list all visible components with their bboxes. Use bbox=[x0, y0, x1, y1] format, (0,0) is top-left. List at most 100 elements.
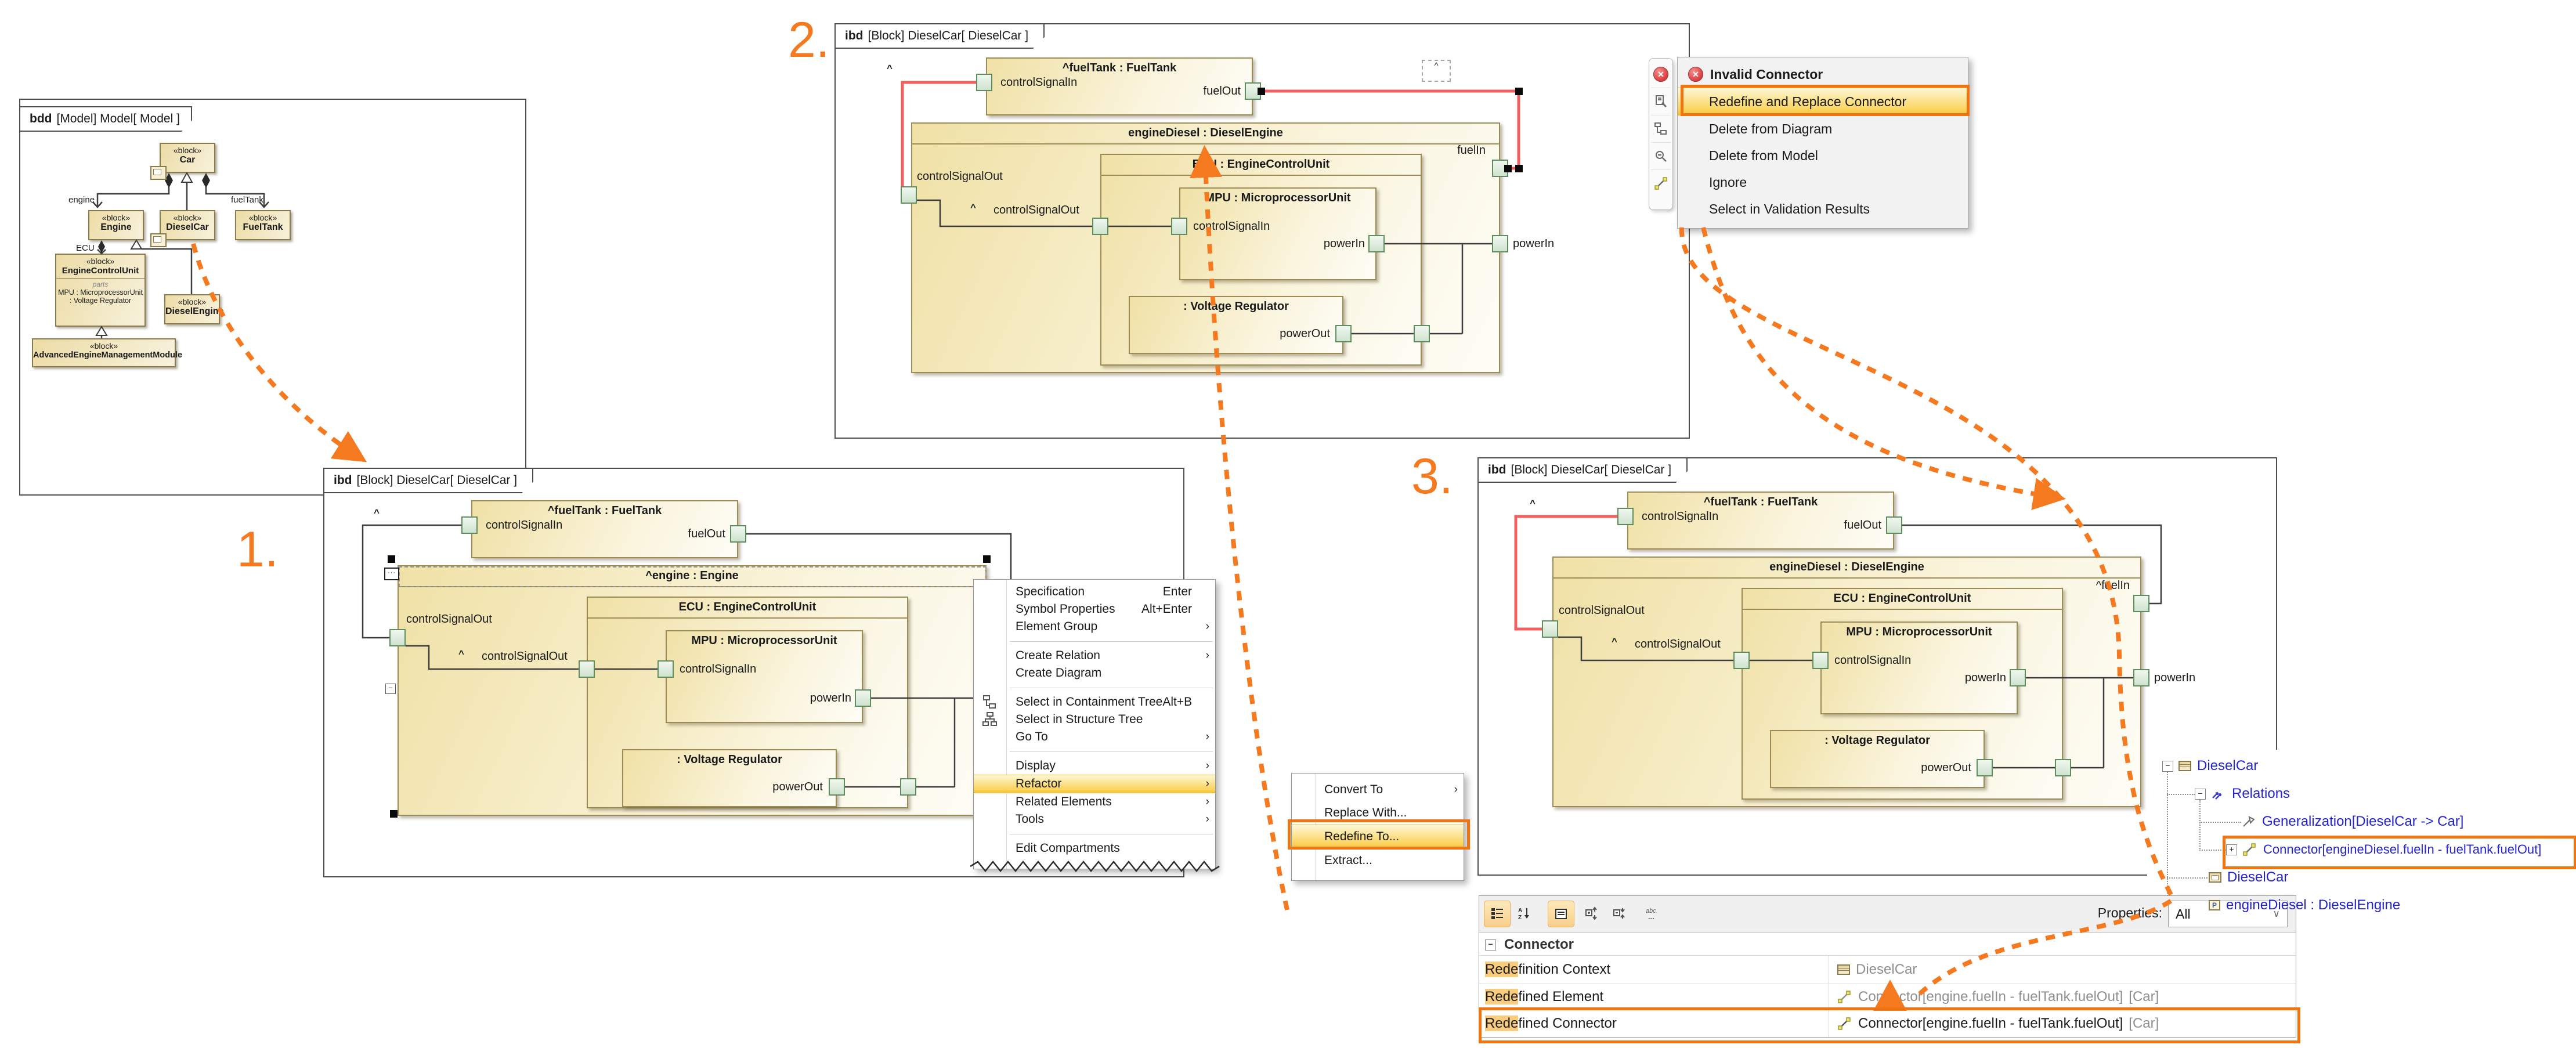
value-suffix: [Car] bbox=[2129, 1016, 2159, 1032]
property-row-redefinition-context[interactable]: Redefinition Context DieselCar bbox=[1479, 955, 2296, 984]
property-value[interactable]: Connector[engine.fuelIn - fuelTank.fuelO… bbox=[1829, 1010, 2296, 1037]
menu-item-symbol-properties[interactable]: Symbol Properties Alt+Enter bbox=[974, 601, 1215, 618]
ibd1-engine-collapse-icon[interactable]: − bbox=[385, 684, 396, 694]
ibd2-port-mpu-controlsignalin[interactable] bbox=[1171, 218, 1187, 235]
ibd3-port-ecu-relay-right[interactable] bbox=[2055, 759, 2071, 776]
expand-all-button[interactable] bbox=[1579, 901, 1605, 926]
ibd2-port-mpu-powerin[interactable] bbox=[1368, 235, 1385, 252]
connector-tool-icon[interactable] bbox=[1651, 170, 1671, 197]
menu-item-create-diagram[interactable]: Create Diagram bbox=[974, 664, 1215, 682]
ibd3-port-ecu-relay-left[interactable] bbox=[1733, 652, 1750, 669]
ibd1-selection-handle[interactable] bbox=[983, 555, 991, 563]
ibd2-connector-endpoint[interactable] bbox=[1504, 165, 1512, 172]
property-value[interactable]: Connector[engine.fuelIn - fuelTank.fuelO… bbox=[1829, 984, 2296, 1009]
ibd1-connector-fuel[interactable] bbox=[746, 534, 1011, 615]
tree-item-dieselcar[interactable]: − DieselCar bbox=[2162, 754, 2258, 778]
tree-item-relations[interactable]: − Relations bbox=[2195, 782, 2290, 805]
popup-item-redefine-and-replace[interactable]: Redefine and Replace Connector bbox=[1678, 88, 1968, 115]
context-menu-torn-edge bbox=[970, 859, 1220, 873]
submenu-arrow-icon: › bbox=[1206, 760, 1209, 772]
ibd3-port-mpu-controlsignalin[interactable] bbox=[1812, 652, 1829, 669]
error-icon[interactable] bbox=[1651, 61, 1671, 88]
menu-item-element-group[interactable]: Element Group › bbox=[974, 618, 1215, 635]
menu-item-select-in-containment-tree[interactable]: Select in Containment Tree Alt+B bbox=[974, 693, 1215, 711]
menu-item-display[interactable]: Display › bbox=[974, 757, 1215, 775]
svg-text:Z: Z bbox=[1518, 915, 1522, 920]
ibd1-port-ecu-relay-left[interactable] bbox=[579, 660, 595, 678]
property-row-redefined-connector[interactable]: Redefined Connector Connector[engine.fue… bbox=[1479, 1009, 2296, 1037]
ibd1-port-controlsignalout[interactable] bbox=[389, 629, 406, 646]
tree-collapse-icon[interactable]: − bbox=[2162, 761, 2173, 772]
ibd3-port-controlsignalout[interactable] bbox=[1542, 620, 1558, 638]
ibd1-connector-power[interactable] bbox=[845, 698, 978, 787]
ibd2-port-enginediesel-powerin[interactable] bbox=[1492, 235, 1508, 252]
ibd3-connector-power[interactable] bbox=[1993, 678, 2133, 768]
association-car-engine[interactable] bbox=[97, 187, 169, 207]
tree-collapse-icon[interactable]: − bbox=[2195, 789, 2206, 800]
specification-icon[interactable] bbox=[1651, 88, 1671, 115]
ibd1-port-mpu-powerin[interactable] bbox=[855, 689, 871, 707]
ibd2-connector-power[interactable] bbox=[1352, 244, 1492, 334]
menu-item-select-in-structure-tree[interactable]: Select in Structure Tree bbox=[974, 711, 1215, 728]
ibd2-port-controlsignalin[interactable] bbox=[976, 74, 992, 91]
ibd1-port-mpu-controlsignalin[interactable] bbox=[657, 660, 674, 678]
submenu-item-extract[interactable]: Extract... bbox=[1292, 849, 1464, 872]
ibd3-port-vr-powerout[interactable] bbox=[1977, 759, 1993, 776]
tree-item-enginediesel[interactable]: P engineDiesel : DieselEngine bbox=[2209, 894, 2400, 917]
dieselcar-diagram-overview-icon[interactable] bbox=[150, 233, 167, 247]
ibd2-port-ecu-relay-left[interactable] bbox=[1092, 218, 1108, 235]
ibd3-port-enginediesel-powerin[interactable] bbox=[2133, 669, 2149, 686]
ibd2-port-vr-powerout[interactable] bbox=[1335, 325, 1352, 342]
ibd1-selection-handle[interactable] bbox=[388, 555, 395, 563]
tree-expand-icon[interactable]: + bbox=[2226, 844, 2237, 855]
generalization-dieselengine-engine[interactable] bbox=[142, 249, 192, 294]
menu-item-create-relation[interactable]: Create Relation › bbox=[974, 647, 1215, 664]
popup-item-delete-from-model[interactable]: Delete from Model bbox=[1678, 142, 1968, 169]
ibd3-label-mpu-controlsignalin: controlSignalIn bbox=[1834, 654, 1911, 667]
ibd2-port-ecu-relay-right[interactable] bbox=[1414, 325, 1430, 342]
menu-item-related-elements[interactable]: Related Elements › bbox=[974, 793, 1215, 811]
ibd3-port-fuelin[interactable] bbox=[2133, 595, 2149, 612]
popup-item-select-in-validation-results[interactable]: Select in Validation Results bbox=[1678, 196, 1968, 222]
property-row-redefined-element[interactable]: Redefined Element Connector[engine.fuelI… bbox=[1479, 984, 2296, 1009]
menu-item-edit-compartments[interactable]: Edit Compartments bbox=[974, 840, 1215, 857]
submenu-item-replace-with[interactable]: Replace With... bbox=[1292, 801, 1464, 825]
select-in-tree-icon[interactable] bbox=[1651, 115, 1671, 143]
ibd1-port-fuelout[interactable] bbox=[730, 525, 746, 543]
car-diagram-overview-icon[interactable] bbox=[150, 166, 167, 180]
ibd1-selection-handle[interactable] bbox=[390, 810, 398, 818]
ibd1-port-ecu-relay-right[interactable] bbox=[900, 778, 916, 796]
ibd3-label-mpu-powerin: powerIn bbox=[1913, 671, 2006, 685]
sort-alphabetically-button[interactable]: AZ bbox=[1512, 901, 1537, 926]
property-value[interactable]: DieselCar bbox=[1829, 956, 2296, 984]
ibd3-port-mpu-powerin[interactable] bbox=[2010, 669, 2026, 686]
ibd3-port-controlsignalin[interactable] bbox=[1617, 508, 1634, 525]
section-collapse-icon[interactable]: − bbox=[1485, 939, 1496, 951]
submenu-item-convert-to[interactable]: Convert To › bbox=[1292, 778, 1464, 801]
show-description-button[interactable] bbox=[1548, 901, 1574, 927]
ibd2-connector-endpoint[interactable] bbox=[1515, 88, 1523, 95]
customize-properties-button[interactable]: abc... bbox=[1641, 901, 1666, 926]
tree-item-connector[interactable]: + Connector[engineDiesel.fuelIn - fuelTa… bbox=[2226, 838, 2541, 861]
ibd2-connector-endpoint[interactable] bbox=[1258, 88, 1265, 95]
menu-item-specification[interactable]: Specification Enter bbox=[974, 583, 1215, 601]
categorized-view-button[interactable] bbox=[1484, 901, 1511, 927]
ibd2-port-controlsignalout[interactable] bbox=[901, 186, 917, 204]
popup-item-ignore[interactable]: Ignore bbox=[1678, 169, 1968, 196]
zoom-out-icon[interactable] bbox=[1651, 143, 1671, 170]
ibd2-connector-endpoint[interactable] bbox=[1515, 165, 1523, 172]
ibd3-port-fuelout[interactable] bbox=[1886, 516, 1902, 534]
tree-item-generalization[interactable]: Generalization[DieselCar -> Car] bbox=[2241, 810, 2463, 833]
menu-item-tools[interactable]: Tools › bbox=[974, 811, 1215, 828]
submenu-item-redefine-to[interactable]: Redefine To... bbox=[1292, 825, 1464, 849]
menu-item-refactor[interactable]: Refactor › bbox=[974, 775, 1215, 793]
menu-item-label: Redefine To... bbox=[1324, 830, 1399, 844]
menu-item-go-to[interactable]: Go To › bbox=[974, 728, 1215, 746]
properties-section-header[interactable]: − Connector bbox=[1485, 937, 1574, 953]
ibd1-port-vr-powerout[interactable] bbox=[829, 778, 845, 796]
popup-item-delete-from-diagram[interactable]: Delete from Diagram bbox=[1678, 115, 1968, 142]
ibd1-selection-anchor-icon[interactable]: ··· bbox=[384, 568, 399, 580]
collapse-all-button[interactable] bbox=[1607, 901, 1632, 926]
ibd1-port-controlsignalin[interactable] bbox=[461, 516, 478, 534]
tree-item-dieselcar-diagram[interactable]: DieselCar bbox=[2209, 866, 2288, 889]
